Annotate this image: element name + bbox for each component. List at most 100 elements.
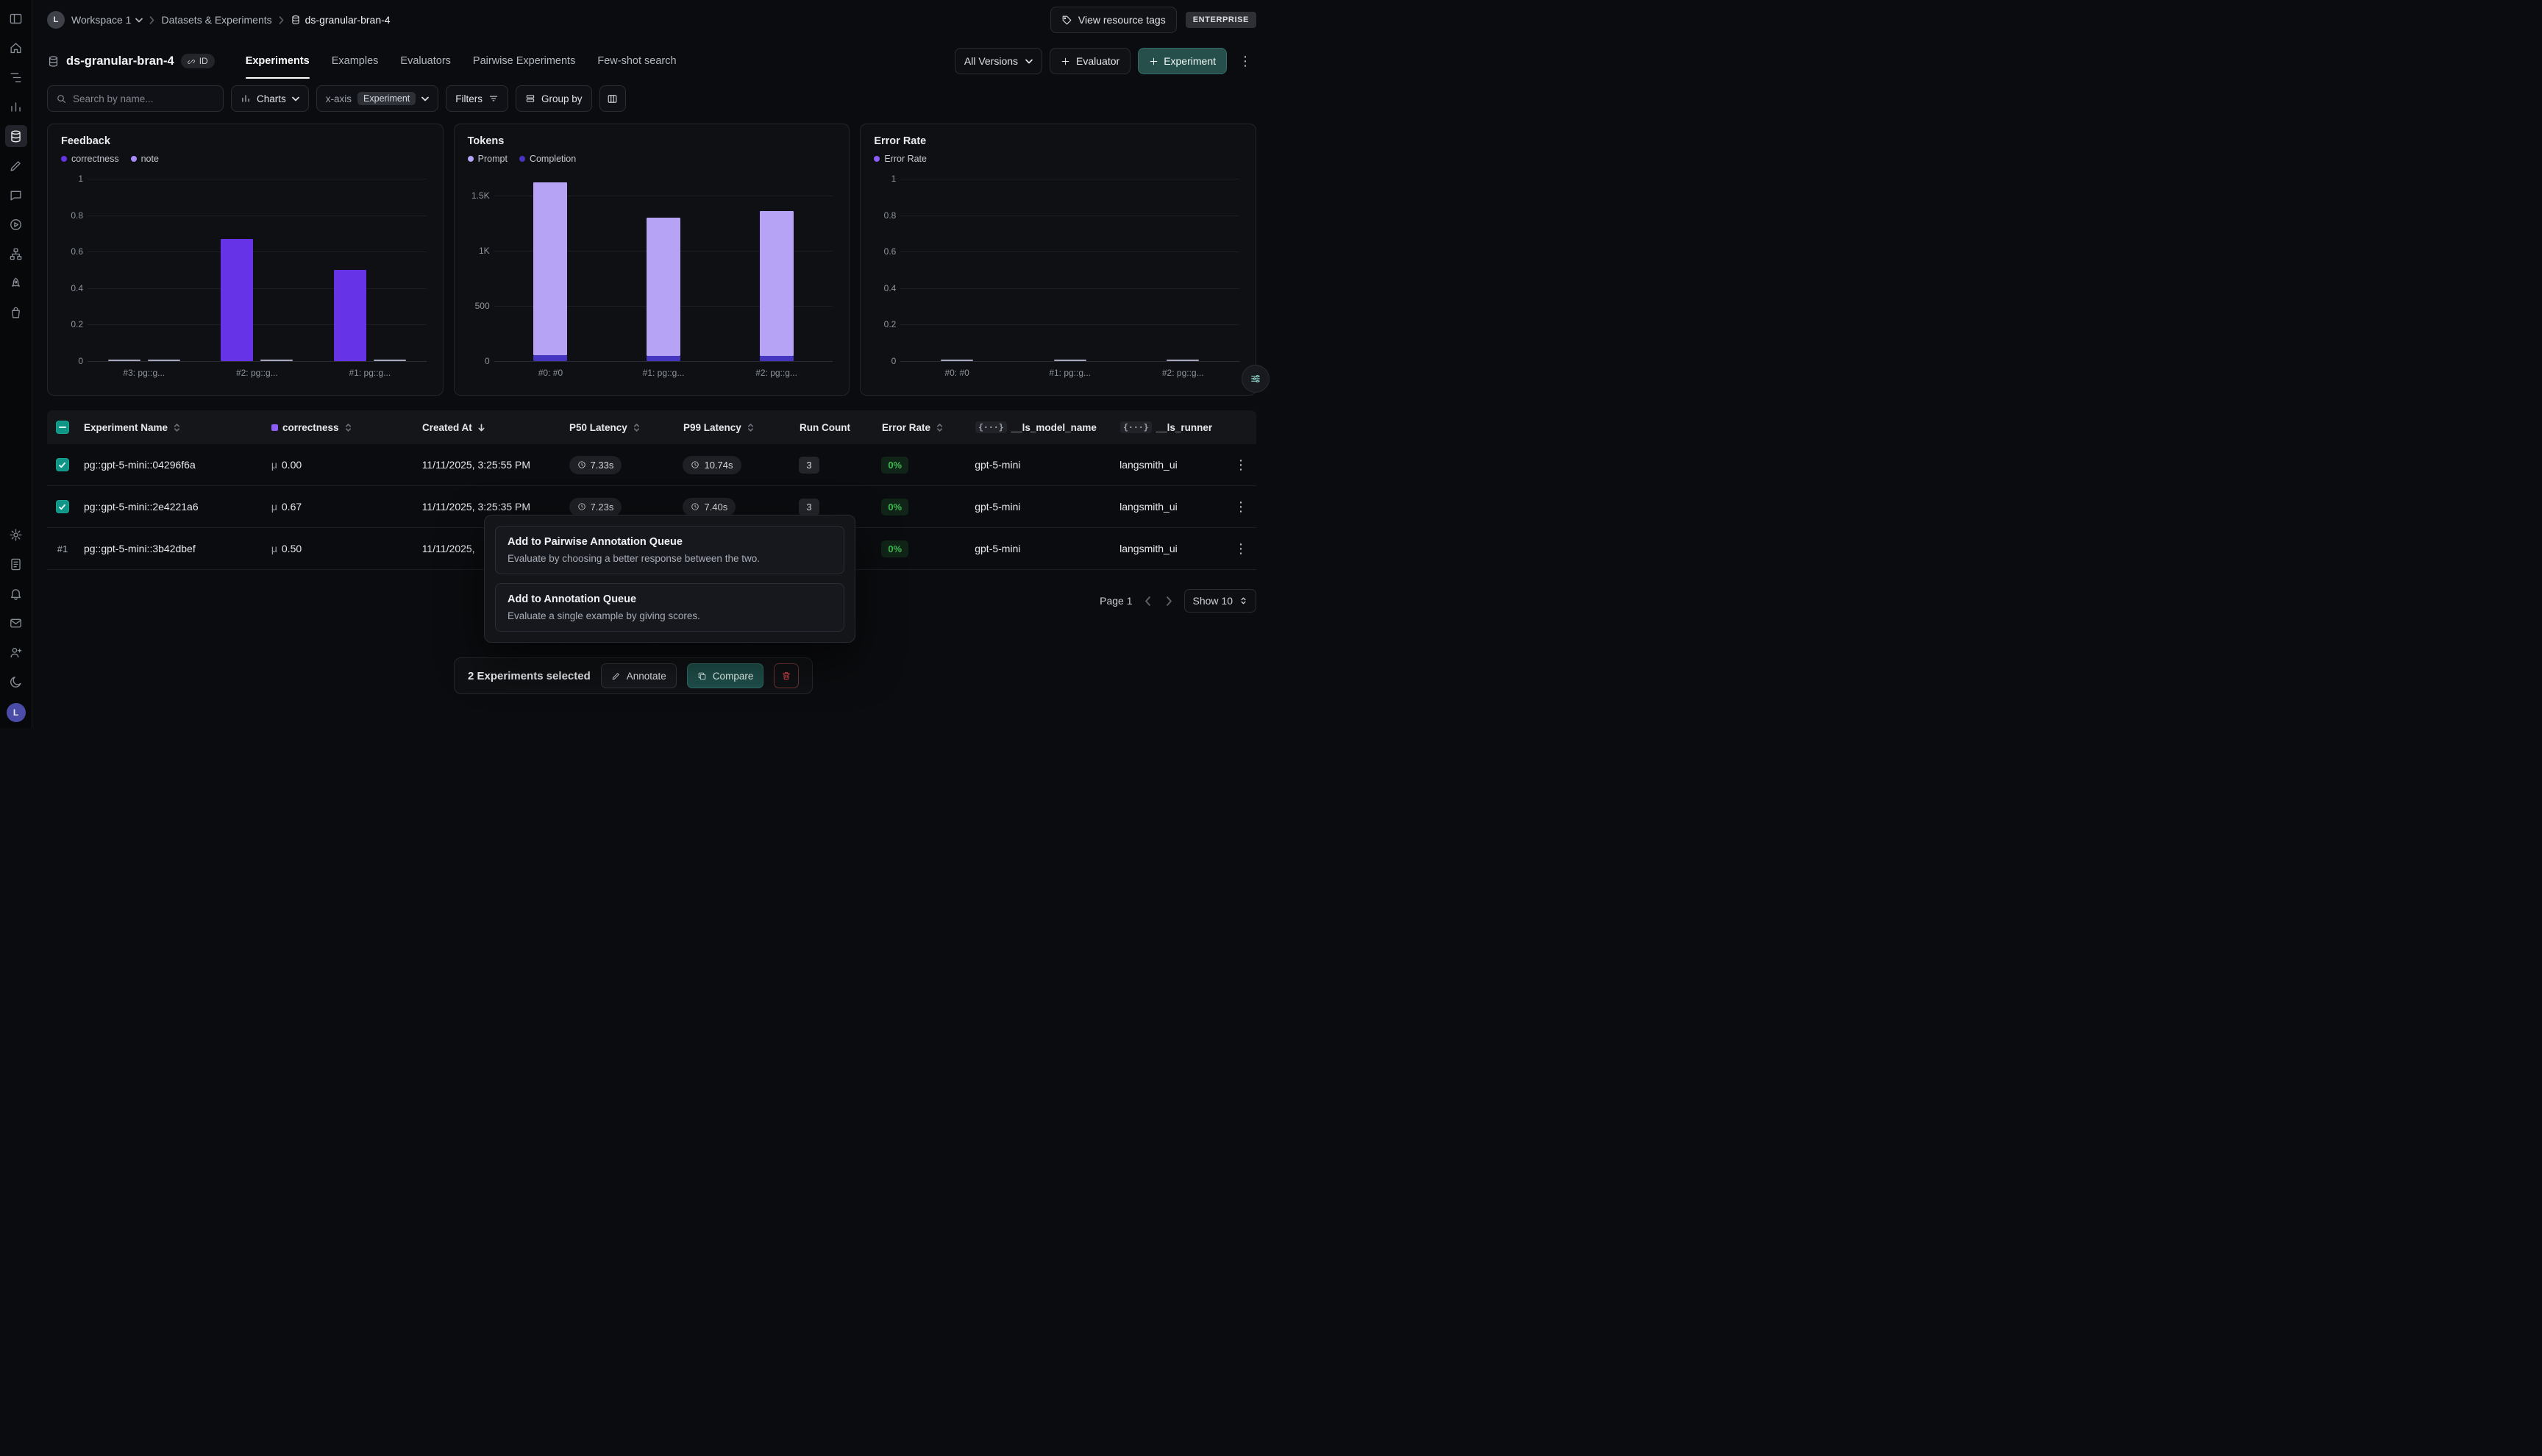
delete-button[interactable] xyxy=(774,663,799,688)
add-to-pairwise-annotation-queue-option[interactable]: Add to Pairwise Annotation Queue Evaluat… xyxy=(495,526,844,574)
experiment-name[interactable]: pg::gpt-5-mini::2e4221a6 xyxy=(84,501,271,513)
legend-item[interactable]: correctness xyxy=(61,154,119,164)
row-menu-kebab[interactable]: ⋮ xyxy=(1230,496,1252,518)
dataset-id-badge[interactable]: ID xyxy=(181,54,215,68)
compare-button[interactable]: Compare xyxy=(687,663,764,688)
chart-bar[interactable] xyxy=(533,182,567,354)
chart-bar[interactable] xyxy=(1167,360,1199,361)
chart-bar[interactable] xyxy=(221,239,253,361)
column-header-error[interactable]: Error Rate xyxy=(882,422,975,433)
annotate-button[interactable]: Annotate xyxy=(601,663,677,688)
tracing-icon[interactable] xyxy=(5,66,27,88)
breadcrumb-datasets-link[interactable]: Datasets & Experiments xyxy=(161,14,271,26)
columns-button[interactable] xyxy=(599,85,626,112)
row-checkbox[interactable] xyxy=(56,500,69,513)
workspace-switcher[interactable]: Workspace 1 xyxy=(71,14,143,26)
tab-examples[interactable]: Examples xyxy=(332,40,379,82)
legend-item[interactable]: Prompt xyxy=(468,154,508,164)
deployments-icon[interactable] xyxy=(5,272,27,294)
hub-icon[interactable] xyxy=(5,301,27,324)
column-header-model[interactable]: {···}__ls_model_name xyxy=(975,421,1120,433)
chart-bar[interactable] xyxy=(760,356,794,362)
versions-dropdown[interactable]: All Versions xyxy=(955,48,1042,74)
notifications-icon[interactable] xyxy=(5,582,27,604)
page-menu-kebab[interactable]: ⋮ xyxy=(1234,50,1256,72)
chart-bar[interactable] xyxy=(760,211,794,356)
page-size-select[interactable]: Show 10 xyxy=(1184,589,1256,613)
add-experiment-button[interactable]: Experiment xyxy=(1138,48,1227,74)
chart-bar[interactable] xyxy=(108,360,140,361)
row-menu-kebab[interactable]: ⋮ xyxy=(1230,538,1252,560)
column-header-runs[interactable]: Run Count xyxy=(800,422,882,433)
annotation-queue-popup: Add to Pairwise Annotation Queue Evaluat… xyxy=(484,515,855,643)
invite-members-icon[interactable] xyxy=(5,641,27,663)
experiments-icon[interactable] xyxy=(5,243,27,265)
sidebar-toggle-icon[interactable] xyxy=(5,7,27,29)
legend-item[interactable]: Error Rate xyxy=(874,154,927,164)
y-axis-tick: 1.5K xyxy=(466,190,490,201)
chart-controls-button[interactable] xyxy=(1242,365,1270,393)
xaxis-dropdown[interactable]: x-axis Experiment xyxy=(316,85,439,112)
chart-bar[interactable] xyxy=(1054,360,1086,361)
sort-icon[interactable] xyxy=(172,423,182,432)
tab-experiments[interactable]: Experiments xyxy=(246,40,310,82)
docs-icon[interactable] xyxy=(5,553,27,575)
select-all-checkbox[interactable] xyxy=(56,421,69,434)
column-header-p99[interactable]: P99 Latency xyxy=(683,422,800,433)
prev-page-button[interactable] xyxy=(1142,593,1154,609)
tab-fewshot-search[interactable]: Few-shot search xyxy=(597,40,676,82)
sort-icon[interactable] xyxy=(746,423,755,432)
next-page-button[interactable] xyxy=(1163,593,1175,609)
legend-item[interactable]: note xyxy=(131,154,159,164)
user-avatar[interactable]: L xyxy=(7,703,26,722)
filter-icon xyxy=(488,93,499,104)
workspace-avatar[interactable]: L xyxy=(47,11,65,29)
tab-pairwise-experiments[interactable]: Pairwise Experiments xyxy=(473,40,575,82)
chart-bar[interactable] xyxy=(374,360,406,361)
chart-bar[interactable] xyxy=(941,360,973,361)
breadcrumb-current[interactable]: ds-granular-bran-4 xyxy=(291,14,391,26)
legend-item[interactable]: Completion xyxy=(519,154,576,164)
filters-button[interactable]: Filters xyxy=(446,85,508,112)
chart-bar[interactable] xyxy=(148,360,180,361)
experiment-name[interactable]: pg::gpt-5-mini::04296f6a xyxy=(84,459,271,471)
view-resource-tags-button[interactable]: View resource tags xyxy=(1050,7,1177,33)
home-icon[interactable] xyxy=(5,37,27,59)
inbox-icon[interactable] xyxy=(5,612,27,634)
settings-icon[interactable] xyxy=(5,524,27,546)
chart-bar[interactable] xyxy=(533,355,567,361)
add-to-annotation-queue-option[interactable]: Add to Annotation Queue Evaluate a singl… xyxy=(495,583,844,632)
column-header-name[interactable]: Experiment Name xyxy=(84,422,271,433)
column-header-correctness[interactable]: correctness xyxy=(271,422,422,433)
charts-dropdown[interactable]: Charts xyxy=(231,85,309,112)
experiment-name[interactable]: pg::gpt-5-mini::3b42dbef xyxy=(84,543,271,554)
clock-icon xyxy=(577,460,586,469)
sort-icon[interactable] xyxy=(343,423,353,432)
table-row[interactable]: pg::gpt-5-mini::04296f6a μ0.00 11/11/202… xyxy=(47,444,1256,486)
chart-bar[interactable] xyxy=(260,360,293,361)
column-header-p50[interactable]: P50 Latency xyxy=(569,422,683,433)
dark-mode-icon[interactable] xyxy=(5,671,27,693)
row-rank-label: #1 xyxy=(57,543,68,554)
column-header-created[interactable]: Created At xyxy=(422,422,569,433)
tab-evaluators[interactable]: Evaluators xyxy=(400,40,451,82)
clock-icon xyxy=(691,460,699,469)
playground-icon[interactable] xyxy=(5,213,27,235)
chart-bar[interactable] xyxy=(647,218,680,356)
search-input[interactable] xyxy=(73,93,215,104)
row-checkbox[interactable] xyxy=(56,458,69,471)
column-header-runner[interactable]: {···}__ls_runner xyxy=(1120,421,1231,433)
group-by-button[interactable]: Group by xyxy=(516,85,592,112)
sort-desc-icon[interactable] xyxy=(477,423,486,432)
chart-bar[interactable] xyxy=(334,270,366,361)
datasets-icon[interactable] xyxy=(5,125,27,147)
sort-icon[interactable] xyxy=(935,423,944,432)
row-menu-kebab[interactable]: ⋮ xyxy=(1230,454,1252,476)
chart-bar[interactable] xyxy=(647,356,680,361)
prompts-icon[interactable] xyxy=(5,184,27,206)
annotation-queues-icon[interactable] xyxy=(5,154,27,176)
monitoring-icon[interactable] xyxy=(5,96,27,118)
sort-icon[interactable] xyxy=(632,423,641,432)
legend-dot-icon xyxy=(519,156,525,162)
add-evaluator-button[interactable]: Evaluator xyxy=(1050,48,1131,74)
